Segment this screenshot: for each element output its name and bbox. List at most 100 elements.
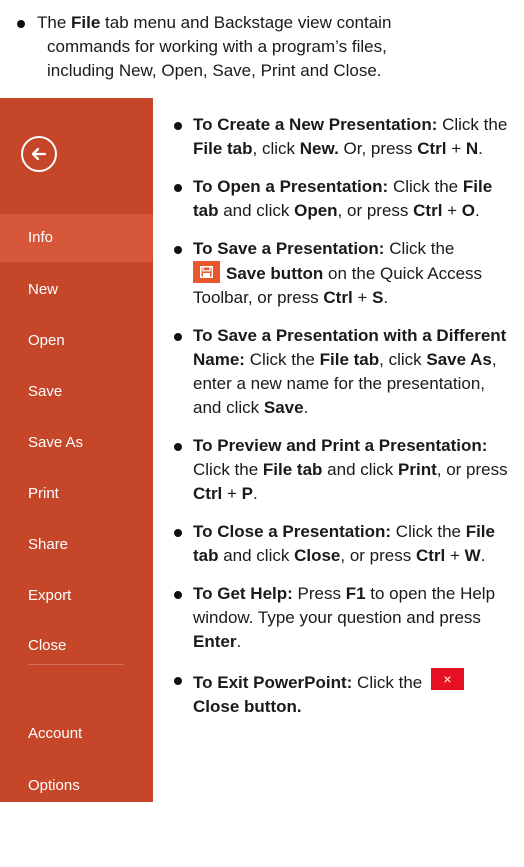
instruction-list: To Create a New Presentation: Click the … (173, 113, 518, 733)
text: + (446, 139, 466, 158)
instruction-close: To Close a Presentation: Click the File … (173, 520, 518, 568)
bold-text: F1 (345, 584, 366, 603)
bold-text: Save As (426, 350, 492, 369)
instruction-create: To Create a New Presentation: Click the … (173, 113, 518, 161)
close-glyph: × (443, 671, 452, 687)
instruction-title: To Exit PowerPoint: (193, 673, 353, 692)
text: Press (292, 584, 346, 603)
instruction-title: To Close a Presentation: (193, 522, 392, 541)
text: . (303, 398, 309, 417)
bold-text: Close (294, 546, 341, 565)
bold-text: Ctrl (413, 201, 443, 220)
backstage-item-close[interactable]: Close (0, 622, 153, 670)
bold-text: N (465, 139, 479, 158)
intro-file-bold: File (71, 13, 101, 32)
save-disk-icon (193, 261, 220, 283)
backstage-menu: Info New Open Save Save As Print Share E… (0, 98, 153, 802)
instruction-title: To Open a Presentation: (193, 177, 389, 196)
back-arrow-icon[interactable] (21, 136, 57, 172)
backstage-item-save-as[interactable]: Save As (0, 419, 153, 467)
instruction-print: To Preview and Print a Presentation: Cli… (173, 434, 518, 506)
text: Click the (388, 177, 463, 196)
bold-text: Close button. (193, 697, 302, 716)
bold-text: New. (299, 139, 339, 158)
backstage-item-new[interactable]: New (0, 266, 153, 314)
backstage-item-options[interactable]: Options (0, 762, 153, 810)
bold-text: File tab (262, 460, 323, 479)
instruction-title: To Create a New Presentation: (193, 115, 438, 134)
bullet-dot (174, 122, 182, 130)
bold-text: P (241, 484, 253, 503)
backstage-item-account[interactable]: Account (0, 710, 153, 758)
text: . (253, 484, 258, 503)
bold-text: File tab (319, 350, 380, 369)
bullet-dot (17, 20, 25, 28)
text: , or press (340, 546, 416, 565)
text: + (352, 288, 373, 307)
text: Click the (352, 673, 427, 692)
bullet-dot (174, 677, 182, 685)
bold-text: File tab (193, 139, 253, 158)
bold-text: Save (263, 398, 304, 417)
text: Click the (244, 350, 320, 369)
instruction-title: To Save a Presentation: (193, 239, 385, 258)
text: , click (379, 350, 427, 369)
intro-line-2: commands for working with a program’s fi… (47, 37, 387, 56)
intro-bullet: The File tab menu and Backstage view con… (11, 11, 511, 83)
text: Click the (193, 460, 263, 479)
instruction-open: To Open a Presentation: Click the File t… (173, 175, 518, 223)
bold-text: Ctrl (415, 546, 446, 565)
text: . (478, 139, 483, 158)
bullet-dot (174, 184, 182, 192)
backstage-item-share[interactable]: Share (0, 521, 153, 569)
text: . (480, 546, 486, 565)
text: + (442, 201, 462, 220)
bold-text: Open (294, 201, 338, 220)
text: Or, press (338, 139, 418, 158)
text: + (222, 484, 242, 503)
instruction-title: To Get Help: (193, 584, 293, 603)
text: + (445, 546, 465, 565)
bullet-dot (174, 529, 182, 537)
bullet-dot (174, 591, 182, 599)
text: and click (322, 460, 399, 479)
bold-text: O (461, 201, 476, 220)
bold-text: Ctrl (417, 139, 447, 158)
bullet-dot (174, 246, 182, 254)
bold-text: Save button (226, 264, 324, 283)
text: Click the (391, 522, 466, 541)
bullet-dot (174, 443, 182, 451)
text: and click (218, 201, 295, 220)
instruction-save: To Save a Presentation: Click the Save b… (173, 237, 518, 310)
backstage-item-info[interactable]: Info (0, 214, 153, 262)
text: Click the (437, 115, 508, 134)
backstage-divider (28, 664, 124, 665)
text: . (236, 632, 242, 651)
instruction-exit: To Exit PowerPoint: Click the × Close bu… (173, 668, 518, 719)
text: , or press (436, 460, 508, 479)
intro-text-post: tab menu and Backstage view contain (100, 13, 392, 32)
bold-text: S (372, 288, 384, 307)
text: and click (218, 546, 295, 565)
bold-text: Enter (193, 632, 237, 651)
backstage-item-export[interactable]: Export (0, 572, 153, 620)
text: Click the (384, 239, 455, 258)
close-x-icon: × (430, 668, 464, 690)
instruction-help: To Get Help: Press F1 to open the Help w… (173, 582, 518, 654)
bold-text: Ctrl (323, 288, 353, 307)
instruction-save-as: To Save a Presentation with a Different … (173, 324, 518, 420)
bold-text: Ctrl (193, 484, 223, 503)
text: . (383, 288, 389, 307)
backstage-item-print[interactable]: Print (0, 470, 153, 518)
bold-text: Print (398, 460, 437, 479)
text: , or press (337, 201, 414, 220)
intro-text: The File tab menu and Backstage view con… (37, 11, 511, 83)
text: , click (252, 139, 300, 158)
text: . (475, 201, 480, 220)
backstage-item-open[interactable]: Open (0, 317, 153, 365)
intro-line-3: including New, Open, Save, Print and Clo… (47, 61, 382, 80)
bullet-dot (174, 333, 182, 341)
instruction-title: To Preview and Print a Presentation: (193, 436, 488, 455)
backstage-item-save[interactable]: Save (0, 368, 153, 416)
bold-text: W (464, 546, 481, 565)
